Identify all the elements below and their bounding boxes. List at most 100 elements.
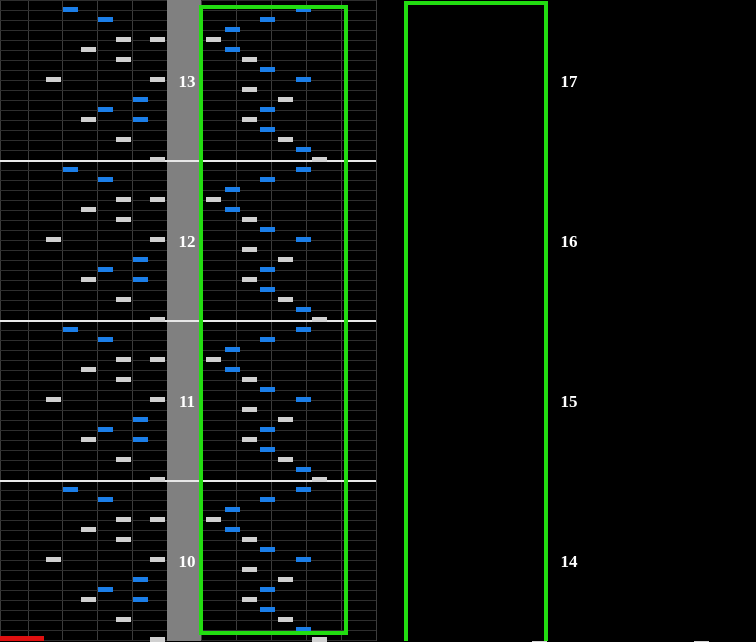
beat-line	[0, 130, 167, 131]
blue-note	[133, 257, 148, 262]
beat-line	[0, 410, 167, 411]
beat-line	[0, 510, 167, 511]
lane-divider	[376, 0, 377, 641]
white-note	[81, 367, 96, 372]
beat-line	[0, 60, 167, 61]
highlight-selection-box[interactable]	[404, 1, 548, 641]
white-note	[116, 617, 131, 622]
blue-note	[133, 417, 148, 422]
blue-note	[133, 117, 148, 122]
beat-line	[0, 560, 167, 561]
beat-line	[0, 400, 167, 401]
blue-note	[133, 97, 148, 102]
beat-line	[0, 10, 167, 11]
beat-line	[0, 30, 167, 31]
beat-line	[0, 570, 167, 571]
measure-number: 16	[560, 232, 578, 251]
beat-line	[0, 40, 167, 41]
white-note	[150, 317, 165, 322]
white-note	[46, 397, 61, 402]
beat-line	[0, 20, 167, 21]
white-note	[150, 557, 165, 562]
blue-note	[63, 167, 78, 172]
beat-line	[201, 0, 376, 1]
beat-line	[0, 450, 167, 451]
beat-line	[0, 270, 167, 271]
white-note	[116, 537, 131, 542]
beat-line	[0, 430, 167, 431]
white-note	[116, 197, 131, 202]
measure-number: 17	[560, 72, 578, 91]
white-note	[116, 297, 131, 302]
beat-line	[0, 180, 167, 181]
beat-line	[0, 360, 167, 361]
white-note	[116, 137, 131, 142]
white-note	[312, 637, 327, 642]
blue-note	[63, 7, 78, 12]
blue-note	[63, 327, 78, 332]
beat-line	[0, 550, 167, 551]
beat-line	[0, 630, 167, 631]
beat-line	[0, 290, 167, 291]
blue-note	[98, 427, 113, 432]
blue-note	[133, 577, 148, 582]
beat-line	[0, 380, 167, 381]
beat-line	[0, 540, 167, 541]
blue-note	[133, 437, 148, 442]
blue-note	[98, 107, 113, 112]
beat-line	[0, 90, 167, 91]
white-note	[81, 437, 96, 442]
white-note	[81, 207, 96, 212]
white-note	[116, 357, 131, 362]
blue-note	[98, 267, 113, 272]
white-note	[150, 637, 165, 642]
beat-line	[0, 310, 167, 311]
beat-line	[0, 230, 167, 231]
beat-line	[0, 590, 167, 591]
measure-number: 15	[560, 392, 578, 411]
chart-viewer: 13 12 11 10 17 16 15 14	[0, 0, 756, 642]
white-note	[81, 277, 96, 282]
beat-line	[0, 620, 167, 621]
blue-note	[63, 487, 78, 492]
beat-line	[0, 240, 167, 241]
measure-number: 14	[560, 552, 578, 571]
blue-note	[133, 277, 148, 282]
white-note	[150, 37, 165, 42]
playback-position-marker	[0, 636, 44, 641]
beat-line	[0, 200, 167, 201]
white-note	[116, 377, 131, 382]
beat-line	[0, 520, 167, 521]
white-note	[81, 527, 96, 532]
beat-line	[0, 140, 167, 141]
beat-line	[0, 340, 167, 341]
white-note	[116, 217, 131, 222]
white-note	[81, 47, 96, 52]
beat-line	[0, 500, 167, 501]
beat-line	[0, 610, 167, 611]
white-note	[150, 477, 165, 482]
beat-line	[0, 350, 167, 351]
white-note	[116, 517, 131, 522]
white-note	[150, 157, 165, 162]
white-note	[150, 197, 165, 202]
white-note	[150, 517, 165, 522]
white-note	[46, 77, 61, 82]
blue-note	[98, 17, 113, 22]
white-note	[150, 77, 165, 82]
highlight-selection-box[interactable]	[199, 5, 348, 635]
white-note	[150, 397, 165, 402]
white-note	[116, 57, 131, 62]
beat-line	[0, 330, 167, 331]
white-note	[46, 237, 61, 242]
white-note	[116, 457, 131, 462]
beat-line	[0, 490, 167, 491]
beat-line	[0, 470, 167, 471]
beat-line	[0, 220, 167, 221]
beat-line	[0, 150, 167, 151]
beat-line	[0, 460, 167, 461]
blue-note	[98, 497, 113, 502]
blue-note	[98, 337, 113, 342]
white-note	[81, 117, 96, 122]
blue-note	[98, 177, 113, 182]
